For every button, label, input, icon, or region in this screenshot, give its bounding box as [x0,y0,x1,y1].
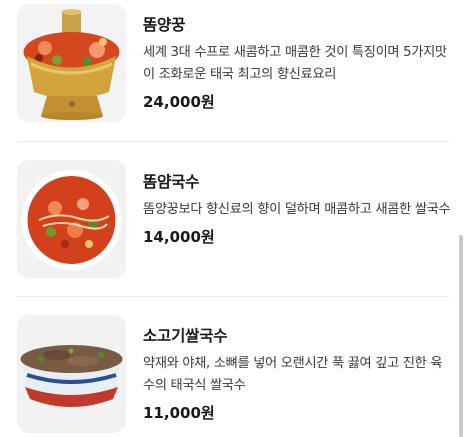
menu-item-tom-yum-noodle[interactable]: 똠얌국수 똠양꿍보다 향신료의 향이 덜하며 매콤하고 새콤한 쌀국수 14,0… [0,142,466,295]
tom-yum-noodle-image [17,160,126,278]
menu-item-tom-yum-goong[interactable]: 똠양꿍 세계 3대 수프로 새콤하고 매콤한 것이 특징이며 5가지맛이 조화로… [0,0,466,140]
menu-item-name: 똠양꿍 [143,16,186,34]
menu-item-name: 소고기쌀국수 [143,327,228,345]
menu-item-price: 11,000원 [143,404,215,422]
menu-list: 똠양꿍 세계 3대 수프로 새콤하고 매콤한 것이 특징이며 5가지맛이 조화로… [0,0,466,437]
menu-item-beef-pho[interactable]: 소고기쌀국수 약재와 야채, 소뼈를 넣어 오랜시간 푹 끓여 깊고 진한 육수… [0,297,466,437]
beef-pho-image [17,315,126,433]
hot-pot-illustration [17,4,126,122]
beef-pho-illustration [17,315,126,433]
menu-item-description: 세계 3대 수프로 새콤하고 매콤한 것이 특징이며 5가지맛이 조화로운 태국… [143,45,447,82]
scrollbar[interactable] [459,235,463,437]
noodle-bowl-illustration [17,160,126,278]
menu-item-price: 14,000원 [143,228,215,246]
menu-item-name: 똠얌국수 [143,173,200,191]
menu-item-description: 약재와 야채, 소뼈를 넣어 오랜시간 푹 끓여 깊고 진한 육수의 태국식 쌀… [143,356,443,393]
menu-item-price: 24,000원 [143,93,215,111]
menu-item-description: 똠양꿍보다 향신료의 향이 덜하며 매콤하고 새콤한 쌀국수 [143,202,451,217]
tom-yum-goong-image [17,4,126,122]
